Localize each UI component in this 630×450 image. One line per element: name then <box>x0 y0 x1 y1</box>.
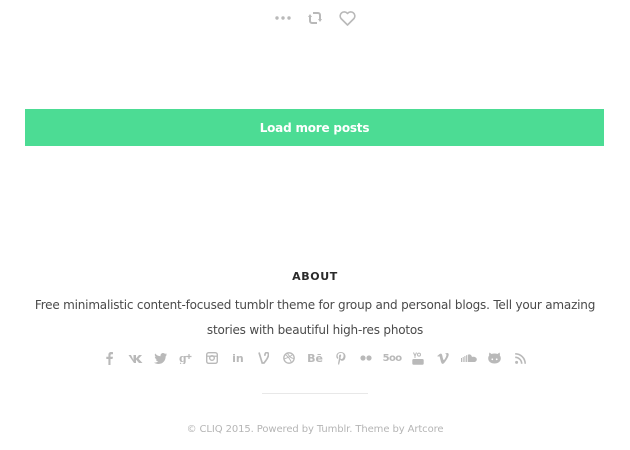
social-links: g in Bē 5oo <box>0 350 630 366</box>
github-icon[interactable] <box>482 350 508 366</box>
dribbble-icon[interactable] <box>276 350 302 366</box>
vimeo-icon[interactable] <box>431 350 457 366</box>
about-text: Free minimalistic content-focused tumblr… <box>34 298 596 337</box>
linkedin-icon[interactable]: in <box>225 350 251 366</box>
vine-icon[interactable] <box>251 350 277 366</box>
linkedin-label: in <box>232 351 244 365</box>
more-dots-icon[interactable] <box>274 9 292 27</box>
flickr-icon[interactable] <box>354 350 380 366</box>
post-actions <box>0 9 630 27</box>
500px-icon[interactable]: 5oo <box>379 350 405 366</box>
copyright-text: © CLIQ 2015. Powered by Tumblr. Theme by… <box>186 424 444 435</box>
footer-divider <box>262 393 368 394</box>
load-more-button[interactable]: Load more posts <box>25 109 604 146</box>
instagram-icon[interactable] <box>199 350 225 366</box>
google-plus-icon[interactable]: g <box>174 350 200 366</box>
twitter-icon[interactable] <box>148 350 174 366</box>
rss-icon[interactable] <box>508 350 534 366</box>
youtube-icon[interactable] <box>405 350 431 366</box>
vk-icon[interactable] <box>122 350 148 366</box>
facebook-icon[interactable] <box>97 350 123 366</box>
svg-text:g: g <box>179 352 187 364</box>
behance-label: Bē <box>307 351 323 365</box>
heart-icon[interactable] <box>338 9 356 27</box>
soundcloud-icon[interactable] <box>456 350 482 366</box>
pinterest-icon[interactable] <box>328 350 354 366</box>
about-title: ABOUT <box>292 270 338 283</box>
500px-label: 5oo <box>382 352 403 364</box>
about-section: ABOUT Free minimalistic content-focused … <box>0 269 630 343</box>
reblog-icon[interactable] <box>306 9 324 27</box>
behance-icon[interactable]: Bē <box>302 350 328 366</box>
